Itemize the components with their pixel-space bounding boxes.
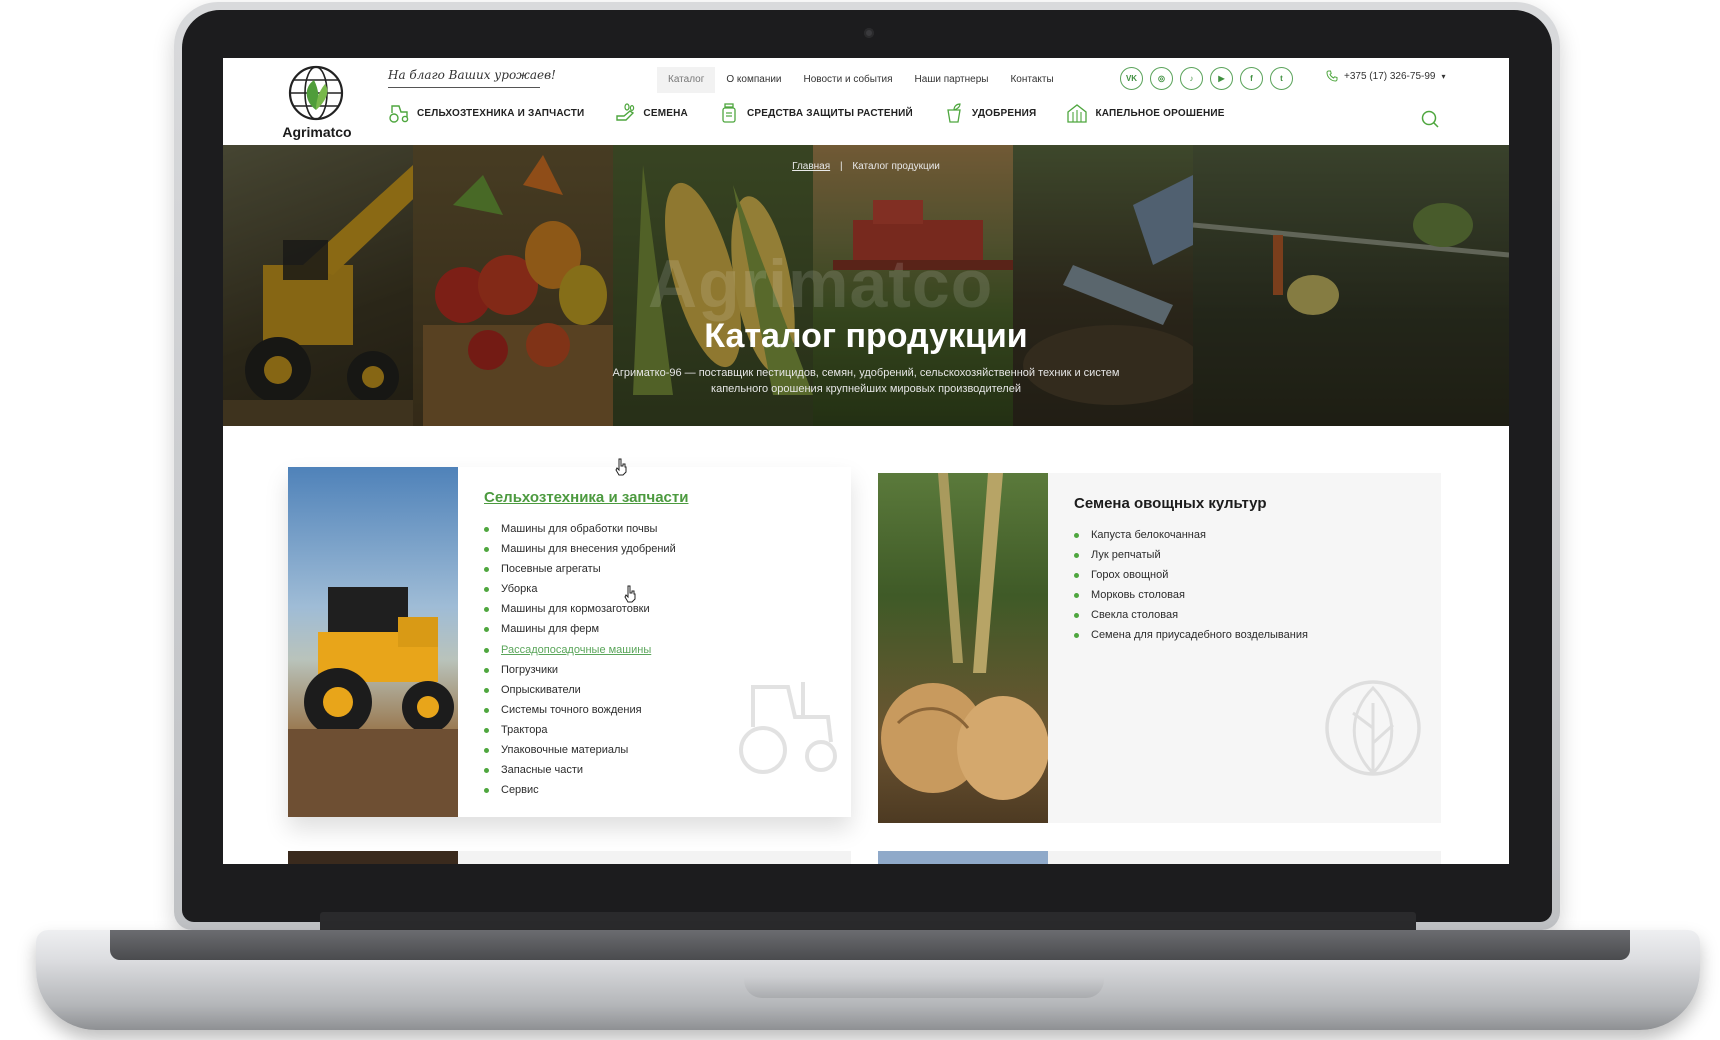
list-item[interactable]: Сервис xyxy=(484,780,676,800)
tractor-photo[interactable] xyxy=(288,467,458,817)
main-nav-seeds[interactable]: СЕМЕНА xyxy=(614,102,688,124)
site-logo[interactable]: Agrimatco xyxy=(279,64,355,142)
youtube-icon[interactable]: ▶ xyxy=(1210,67,1233,90)
tractor-watermark-icon xyxy=(739,682,837,774)
hand-cursor-icon xyxy=(615,458,627,476)
vegetable-seeds-list: Капуста белокочанная Лук репчатый Горох … xyxy=(1074,525,1308,646)
slogan-underline xyxy=(388,87,540,88)
breadcrumb-separator: | xyxy=(839,161,843,172)
list-item[interactable]: Погрузчики xyxy=(484,660,676,680)
peek-photo xyxy=(288,851,458,864)
hero-banner: Agrimatco Главная | Каталог продукции Ка… xyxy=(223,145,1509,426)
category-card-vegetable-seeds: Семена овощных культур Капуста белокочан… xyxy=(878,473,1441,823)
list-item[interactable]: Машины для внесения удобрений xyxy=(484,539,676,559)
bottle-icon xyxy=(722,103,736,123)
list-item[interactable]: Уборка xyxy=(484,579,676,599)
cabbage-watermark-icon xyxy=(1325,680,1421,776)
twitter-icon[interactable]: t xyxy=(1270,67,1293,90)
breadcrumb: Главная | Каталог продукции xyxy=(223,161,1509,172)
main-nav-label: УДОБРЕНИЯ xyxy=(971,107,1037,119)
fertilizer-icon xyxy=(947,103,961,123)
list-item[interactable]: Машины для ферм xyxy=(484,619,676,639)
hero-watermark: Agrimatco xyxy=(648,246,994,322)
onion-photo[interactable] xyxy=(878,473,1048,823)
list-item[interactable]: Морковь столовая xyxy=(1074,585,1308,605)
laptop-keyboard-edge xyxy=(110,930,1630,960)
onion-photo-illustration xyxy=(881,473,1048,800)
greenhouse-icon xyxy=(1067,104,1088,123)
phone-icon xyxy=(1326,70,1338,82)
main-nav-drip-irrigation[interactable]: КАПЕЛЬНОЕ ОРОШЕНИЕ xyxy=(1066,102,1224,124)
facebook-icon[interactable]: f xyxy=(1240,67,1263,90)
social-links: VK ◎ ♪ ▶ f t xyxy=(1120,67,1293,90)
tractor-photo-illustration xyxy=(288,587,458,817)
search-icon[interactable] xyxy=(1421,110,1439,128)
vk-icon[interactable]: VK xyxy=(1120,67,1143,90)
page-title: Каталог продукции xyxy=(704,317,1028,355)
main-nav: СЕЛЬХОЗТЕХНИКА И ЗАПЧАСТИ СЕМЕНА СРЕДСТВ… xyxy=(388,102,1255,124)
laptop-opening-notch xyxy=(744,976,1104,998)
category-card-peek-left xyxy=(288,851,851,864)
seeds-icon xyxy=(616,103,635,121)
list-item[interactable]: Машины для обработки почвы xyxy=(484,519,676,539)
list-item-hovered[interactable]: Рассадопосадочные машины xyxy=(484,640,676,660)
main-nav-fertilizers[interactable]: УДОБРЕНИЯ xyxy=(943,102,1037,124)
tiktok-icon[interactable]: ♪ xyxy=(1180,67,1203,90)
list-item[interactable]: Свекла столовая xyxy=(1074,605,1308,625)
top-nav: Каталог О компании Новости и события Наш… xyxy=(657,67,1065,93)
logo-text: Agrimatco xyxy=(282,124,352,140)
main-nav-plant-protection[interactable]: СРЕДСТВА ЗАЩИТЫ РАСТЕНИЙ xyxy=(718,102,913,124)
card-title-vegetable-seeds-link[interactable]: Семена овощных культур xyxy=(1074,495,1266,512)
main-nav-label: СЕЛЬХОЗТЕХНИКА И ЗАПЧАСТИ xyxy=(417,107,585,119)
list-item[interactable]: Посевные агрегаты xyxy=(484,559,676,579)
top-nav-contacts[interactable]: Контакты xyxy=(999,67,1064,93)
list-item[interactable]: Капуста белокочанная xyxy=(1074,525,1308,545)
list-item[interactable]: Системы точного вождения xyxy=(484,700,676,720)
globe-logo-icon xyxy=(288,65,344,121)
card-title-machinery-link[interactable]: Сельхозтехника и запчасти xyxy=(484,489,688,506)
breadcrumb-home-link[interactable]: Главная xyxy=(792,161,830,172)
list-item[interactable]: Машины для кормозаготовки xyxy=(484,599,676,619)
machinery-subcategory-list: Машины для обработки почвы Машины для вн… xyxy=(484,519,676,800)
main-nav-label: СРЕДСТВА ЗАЩИТЫ РАСТЕНИЙ xyxy=(746,107,913,119)
top-nav-catalog[interactable]: Каталог xyxy=(657,67,716,93)
phone-dropdown[interactable]: +375 (17) 326-75-99 ▾ xyxy=(1326,70,1445,82)
top-nav-partners[interactable]: Наши партнеры xyxy=(904,67,1000,93)
main-nav-label: КАПЕЛЬНОЕ ОРОШЕНИЕ xyxy=(1095,107,1225,119)
browser-screen: Agrimatco На благо Ваших урожаев! Катало… xyxy=(223,58,1509,864)
list-item[interactable]: Запасные части xyxy=(484,760,676,780)
category-card-peek-right xyxy=(878,851,1441,864)
top-nav-about[interactable]: О компании xyxy=(715,67,792,93)
hand-cursor-icon xyxy=(624,585,636,603)
list-item[interactable]: Семена для приусадебного возделывания xyxy=(1074,625,1308,645)
main-nav-machinery[interactable]: СЕЛЬХОЗТЕХНИКА И ЗАПЧАСТИ xyxy=(388,102,584,124)
category-card-machinery: Сельхозтехника и запчасти Машины для обр… xyxy=(288,467,851,817)
list-item[interactable]: Опрыскиватели xyxy=(484,680,676,700)
tractor-icon xyxy=(389,105,409,123)
list-item[interactable]: Горох овощной xyxy=(1074,565,1308,585)
instagram-icon[interactable]: ◎ xyxy=(1150,67,1173,90)
chevron-down-icon: ▾ xyxy=(1441,71,1446,81)
main-nav-label: СЕМЕНА xyxy=(643,107,688,119)
list-item[interactable]: Упаковочные материалы xyxy=(484,740,676,760)
site-header: Agrimatco На благо Ваших урожаев! Катало… xyxy=(223,58,1509,145)
list-item[interactable]: Трактора xyxy=(484,720,676,740)
breadcrumb-current: Каталог продукции xyxy=(852,161,940,172)
phone-number: +375 (17) 326-75-99 xyxy=(1344,70,1436,82)
slogan: На благо Ваших урожаев! xyxy=(388,68,556,82)
top-nav-news[interactable]: Новости и события xyxy=(793,67,904,93)
webcam xyxy=(864,28,874,38)
peek-photo xyxy=(878,851,1048,864)
list-item[interactable]: Лук репчатый xyxy=(1074,545,1308,565)
hero-description: Агриматко-96 — поставщик пестицидов, сем… xyxy=(612,367,1120,395)
